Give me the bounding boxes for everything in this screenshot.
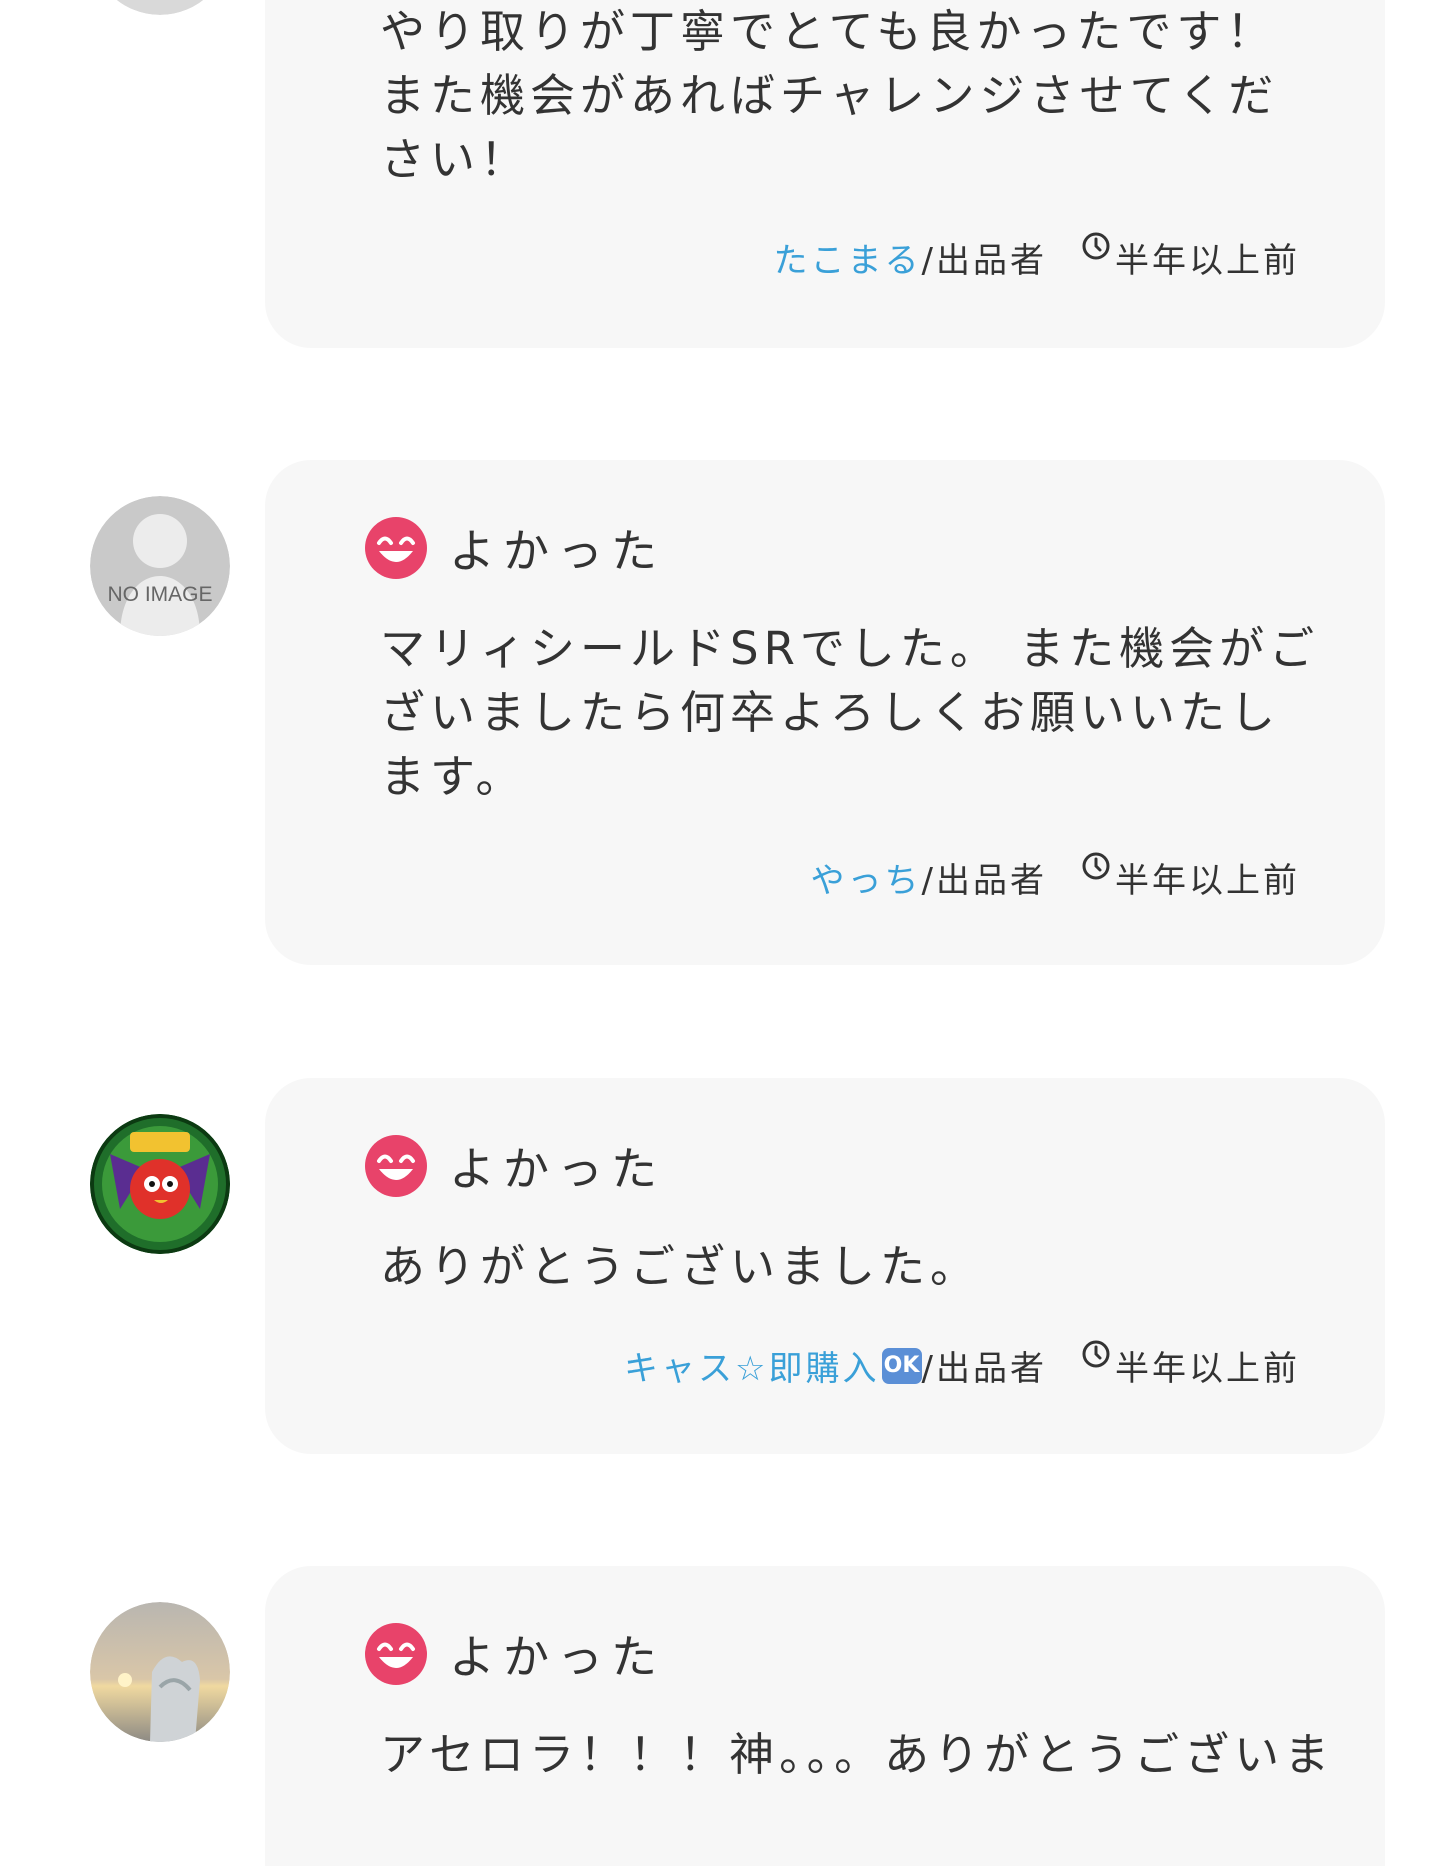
review-comment: やり取りが丁寧でとても良かったです！ また機会があればチャレンジさせてくだ さい… [380, 0, 1355, 192]
review-meta: キャス☆即購入 OK /出品者 半年以上前 [624, 1339, 1300, 1390]
no-image-label: NO IMAGE [107, 583, 213, 606]
comment-line: ありがとうございました。 [380, 1240, 981, 1293]
comment-line: ざいましたら何卒よろしくお願いいたし [380, 686, 1281, 739]
rating-label: よかった [449, 1630, 665, 1684]
seller-role: /出品者 [921, 241, 1047, 281]
rating-label: よかった [449, 524, 665, 578]
clock-icon [1081, 231, 1111, 261]
review-card: よかった アセロラ！！！神。。。ありがとうございま [265, 1566, 1385, 1866]
seller-role: /出品者 [921, 1349, 1047, 1389]
comment-line: マリィシールドSRでした。 また機会がご [380, 622, 1320, 675]
reviewer-avatar[interactable] [90, 0, 230, 15]
review-comment: マリィシールドSRでした。 また機会がご ざいましたら何卒よろしくお願いいたし … [380, 617, 1380, 809]
comment-line: さい！ [380, 133, 531, 186]
comment-line: また機会があればチャレンジさせてくだ [380, 69, 1279, 122]
clock-icon [1081, 851, 1111, 881]
review-card: よかった ありがとうございました。 キャス☆即購入 OK /出品者 半年以上前 [265, 1078, 1385, 1454]
seller-name-link[interactable]: キャス☆即購入 [624, 1341, 879, 1390]
game-emblem-avatar[interactable] [90, 1114, 230, 1254]
comment-line: アセロラ！！！神。。。ありがとうございま [380, 1728, 1335, 1781]
seller-role: /出品者 [921, 861, 1047, 901]
review-comment: ありがとうございました。 [380, 1235, 1355, 1299]
seller-name-link[interactable]: やっち [811, 853, 922, 902]
clock-icon [1081, 1339, 1111, 1369]
review-meta: たこまる /出品者 半年以上前 [774, 231, 1300, 282]
comment-line: ます。 [380, 750, 526, 803]
review-time: 半年以上前 [1115, 241, 1300, 281]
smile-icon [365, 1135, 427, 1197]
review-time: 半年以上前 [1115, 1349, 1300, 1389]
review-comment: アセロラ！！！神。。。ありがとうございま [380, 1723, 1390, 1787]
review-meta: やっち /出品者 半年以上前 [811, 851, 1300, 902]
smile-icon [365, 1623, 427, 1685]
review-rating: よかった [365, 1622, 665, 1686]
review-rating: よかった [365, 516, 665, 580]
sunset-photo-avatar[interactable] [90, 1602, 230, 1742]
ok-badge: OK [881, 1347, 922, 1384]
review-card: やり取りが丁寧でとても良かったです！ また機会があればチャレンジさせてくだ さい… [265, 0, 1385, 348]
review-rating: よかった [365, 1134, 665, 1198]
seller-name-link[interactable]: たこまる [774, 233, 922, 282]
review-card: よかった マリィシールドSRでした。 また機会がご ざいましたら何卒よろしくお願… [265, 460, 1385, 965]
smile-icon [365, 517, 427, 579]
review-time: 半年以上前 [1115, 861, 1300, 901]
rating-label: よかった [449, 1142, 665, 1196]
no-image-avatar[interactable]: NO IMAGE [90, 496, 230, 636]
comment-line: やり取りが丁寧でとても良かったです！ [380, 5, 1277, 58]
